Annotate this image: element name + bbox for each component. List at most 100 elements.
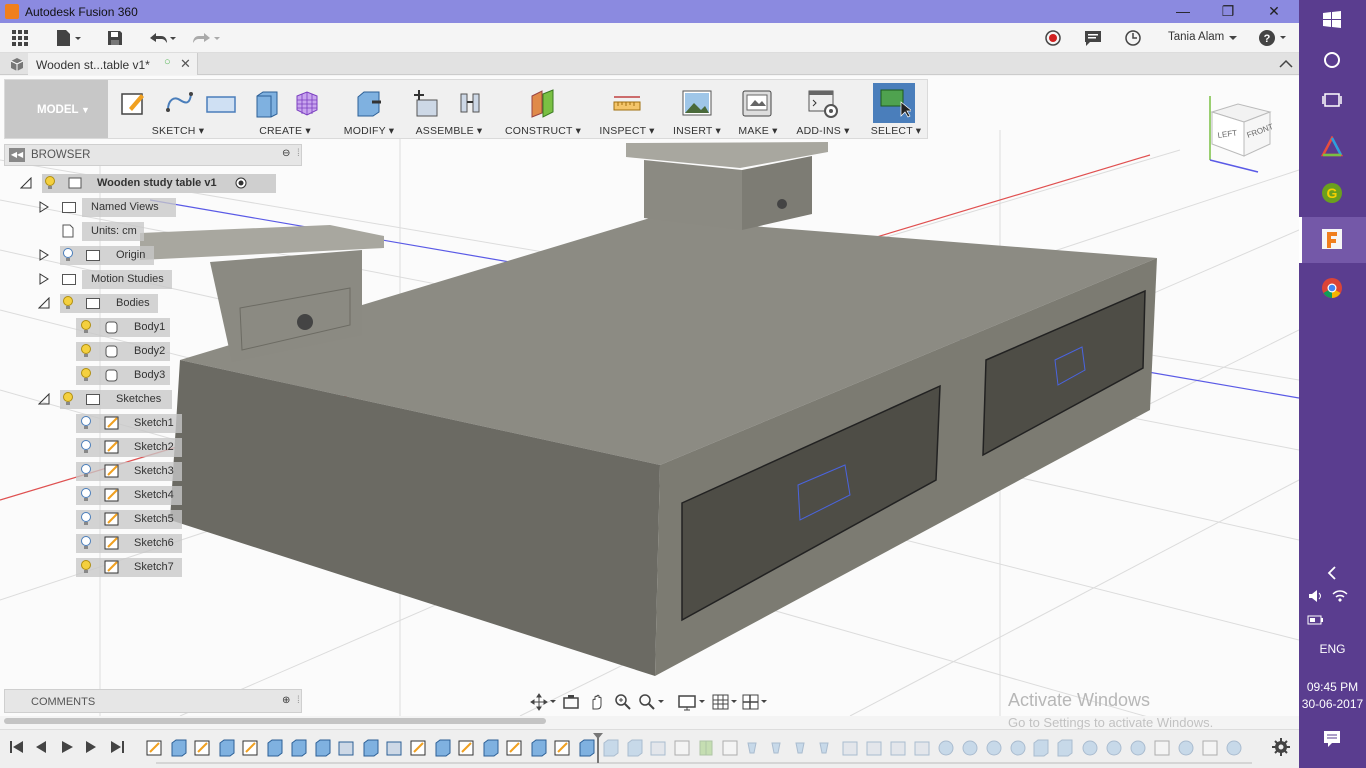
visibility-bulb-off-icon[interactable] xyxy=(80,488,92,502)
timeline-features[interactable] xyxy=(142,733,1252,767)
expanded-triangle-icon[interactable] xyxy=(38,297,50,309)
construct-group[interactable]: CONSTRUCT ▾ xyxy=(501,80,585,138)
orbit-icon[interactable] xyxy=(530,693,556,711)
browser-node-units[interactable]: Units: cm xyxy=(38,220,148,242)
browser-node-sketch[interactable]: Sketch5 xyxy=(76,508,186,530)
visibility-bulb-icon[interactable] xyxy=(80,560,92,574)
action-center-notification-icon[interactable] xyxy=(1321,728,1343,750)
modify-group[interactable]: MODIFY ▾ xyxy=(339,80,399,138)
input-language[interactable]: ENG xyxy=(1299,642,1366,656)
volume-icon[interactable] xyxy=(1307,588,1325,604)
browser-node-origin[interactable]: Origin xyxy=(38,244,158,266)
visibility-bulb-icon[interactable] xyxy=(80,320,92,334)
record-icon[interactable] xyxy=(1044,29,1062,47)
clock-date[interactable]: 30-06-2017 xyxy=(1299,697,1366,711)
browser-node-motion-studies[interactable]: Motion Studies xyxy=(38,268,178,290)
file-menu-icon[interactable] xyxy=(55,29,83,47)
visibility-bulb-icon[interactable] xyxy=(62,392,74,406)
show-hidden-icons-chevron-icon[interactable] xyxy=(1321,562,1343,584)
horizontal-scrollbar[interactable] xyxy=(4,718,546,724)
workspace-switcher[interactable]: MODEL ▼ xyxy=(5,80,108,138)
save-icon[interactable] xyxy=(106,29,124,47)
document-tab[interactable]: Wooden st...table v1* ○ ✕ xyxy=(28,53,198,75)
expanded-triangle-icon[interactable] xyxy=(38,393,50,405)
redo-icon[interactable] xyxy=(190,29,222,47)
close-tab-icon[interactable]: ✕ xyxy=(180,56,191,72)
rectangle-icon[interactable] xyxy=(205,88,237,118)
timeline-settings-gear-icon[interactable] xyxy=(1272,738,1290,756)
assemble-group[interactable]: ASSEMBLE ▾ xyxy=(409,80,489,138)
green-g-app-icon[interactable]: G xyxy=(1321,182,1343,204)
minimize-button[interactable]: — xyxy=(1171,2,1195,20)
task-view-icon[interactable] xyxy=(1321,89,1343,111)
maximize-button[interactable]: ❐ xyxy=(1216,2,1240,20)
press-pull-icon[interactable] xyxy=(355,88,383,118)
arc-icon[interactable] xyxy=(165,88,193,118)
browser-node-named-views[interactable]: Named Views xyxy=(38,196,178,218)
clock-time[interactable]: 09:45 PM xyxy=(1299,680,1366,694)
browser-node-sketch[interactable]: Sketch4 xyxy=(76,484,186,506)
user-account-name[interactable]: Tania Alam xyxy=(1168,31,1224,43)
visibility-bulb-icon[interactable] xyxy=(44,176,56,190)
collapsed-triangle-icon[interactable] xyxy=(38,273,50,285)
sketch-group[interactable]: SKETCH ▾ xyxy=(115,80,241,138)
collapsed-triangle-icon[interactable] xyxy=(38,201,50,213)
display-settings-icon[interactable] xyxy=(678,693,708,711)
fusion360-taskbar-icon[interactable] xyxy=(1321,228,1343,250)
create-group[interactable]: CREATE ▾ xyxy=(245,80,325,138)
select-group[interactable]: SELECT ▾ xyxy=(869,80,923,138)
comment-icon[interactable] xyxy=(1084,29,1102,47)
data-panel-grid-icon[interactable] xyxy=(11,29,29,47)
go-to-start-icon[interactable] xyxy=(8,738,26,756)
collapsed-triangle-icon[interactable] xyxy=(38,249,50,261)
browser-minimize-icon[interactable]: ⊖ xyxy=(282,148,290,159)
create-sketch-icon[interactable] xyxy=(119,88,147,118)
step-forward-icon[interactable] xyxy=(82,738,100,756)
windows-start-icon[interactable] xyxy=(1321,9,1343,31)
visibility-bulb-off-icon[interactable] xyxy=(80,464,92,478)
form-icon[interactable] xyxy=(293,88,321,118)
visibility-bulb-icon[interactable] xyxy=(80,368,92,382)
browser-node-sketch[interactable]: Sketch6 xyxy=(76,532,186,554)
visibility-bulb-off-icon[interactable] xyxy=(62,248,74,262)
step-back-icon[interactable] xyxy=(32,738,50,756)
pan-hand-icon[interactable] xyxy=(588,693,606,711)
comments-panel-header[interactable]: COMMENTS ⊕ ⁞ xyxy=(4,689,302,713)
browser-node-sketch[interactable]: Sketch7 xyxy=(76,556,186,578)
joint-icon[interactable] xyxy=(457,88,485,118)
visibility-bulb-off-icon[interactable] xyxy=(80,440,92,454)
viewcube[interactable]: LEFT FRONT xyxy=(1200,92,1280,178)
browser-node-body[interactable]: Body2 xyxy=(76,340,176,362)
visibility-bulb-icon[interactable] xyxy=(80,344,92,358)
autodesk-app-icon[interactable] xyxy=(1321,136,1343,158)
collapse-browser-icon[interactable]: ◀◀ xyxy=(9,148,25,162)
collapse-chevron-up-icon[interactable] xyxy=(1279,58,1293,70)
browser-resize-grip-icon[interactable]: ⁞ xyxy=(297,148,300,159)
zoom-icon[interactable] xyxy=(614,693,632,711)
browser-node-sketch[interactable]: Sketch1 xyxy=(76,412,186,434)
offset-plane-icon[interactable] xyxy=(529,88,557,118)
chrome-icon[interactable] xyxy=(1321,277,1343,299)
help-icon[interactable]: ? xyxy=(1258,29,1288,47)
measure-icon[interactable] xyxy=(613,88,641,118)
addins-group[interactable]: ADD-INS ▾ xyxy=(793,80,853,138)
add-comment-icon[interactable]: ⊕ xyxy=(282,695,290,706)
browser-node-sketch[interactable]: Sketch3 xyxy=(76,460,186,482)
3d-print-icon[interactable] xyxy=(741,88,773,118)
wifi-icon[interactable] xyxy=(1331,588,1349,604)
look-at-icon[interactable] xyxy=(562,693,580,711)
browser-node-body[interactable]: Body1 xyxy=(76,316,176,338)
browser-node-bodies[interactable]: Bodies xyxy=(38,292,168,314)
play-icon[interactable] xyxy=(58,738,76,756)
viewports-icon[interactable] xyxy=(742,693,770,711)
new-component-icon[interactable] xyxy=(413,88,441,118)
fit-zoom-window-icon[interactable] xyxy=(638,693,666,711)
inspect-group[interactable]: INSPECT ▾ xyxy=(595,80,659,138)
browser-node-sketches[interactable]: Sketches xyxy=(38,388,178,410)
scripts-addins-icon[interactable] xyxy=(807,88,839,118)
visibility-bulb-off-icon[interactable] xyxy=(80,416,92,430)
extrude-icon[interactable] xyxy=(253,88,281,118)
visibility-bulb-off-icon[interactable] xyxy=(80,536,92,550)
battery-icon[interactable] xyxy=(1307,614,1325,626)
visibility-bulb-off-icon[interactable] xyxy=(80,512,92,526)
